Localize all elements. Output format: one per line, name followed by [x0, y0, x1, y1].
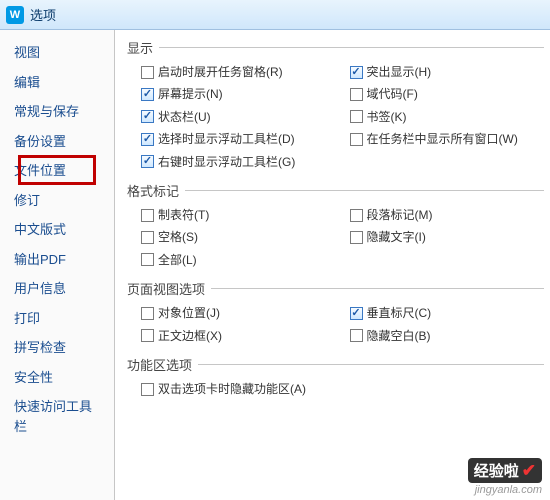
divider: [185, 190, 544, 191]
chk-bookmarks[interactable]: 书签(K): [336, 106, 545, 128]
chk-field-codes[interactable]: 域代码(F): [336, 83, 545, 105]
watermark: 经验啦✔ jingyanla.com: [468, 458, 542, 496]
group-page-view: 页面视图选项 对象位置(J) 正文边框(X) 垂直标尺(C) 隐藏空白(B): [127, 279, 544, 347]
sidebar-item-revision[interactable]: 修订: [0, 186, 114, 216]
window-title: 选项: [30, 5, 56, 24]
chk-label: 隐藏空白(B): [367, 326, 431, 346]
chk-label: 突出显示(H): [367, 62, 432, 82]
chk-label: 制表符(T): [158, 205, 209, 225]
options-content: 显示 启动时展开任务窗格(R) 屏幕提示(N) 状态栏(U) 选择时显示浮动工具…: [115, 30, 550, 500]
group-format-marks-title: 格式标记: [127, 181, 179, 200]
chk-spaces[interactable]: 空格(S): [127, 226, 336, 248]
chk-label: 书签(K): [367, 107, 407, 127]
chk-startup-taskpane[interactable]: 启动时展开任务窗格(R): [127, 61, 336, 83]
chk-label: 域代码(F): [367, 84, 418, 104]
category-sidebar: 视图 编辑 常规与保存 备份设置 文件位置 修订 中文版式 输出PDF 用户信息…: [0, 30, 115, 500]
chk-paragraph-marks[interactable]: 段落标记(M): [336, 204, 545, 226]
sidebar-item-file-location[interactable]: 文件位置: [0, 156, 114, 186]
app-icon: W: [6, 6, 24, 24]
chk-object-position[interactable]: 对象位置(J): [127, 302, 336, 324]
chk-hide-whitespace[interactable]: 隐藏空白(B): [336, 325, 545, 347]
group-format-marks: 格式标记 制表符(T) 空格(S) 全部(L) 段落标记(M) 隐藏文字(I): [127, 181, 544, 271]
sidebar-item-print[interactable]: 打印: [0, 304, 114, 334]
chk-status-bar[interactable]: 状态栏(U): [127, 106, 336, 128]
chk-label: 双击选项卡时隐藏功能区(A): [158, 379, 306, 399]
sidebar-item-security[interactable]: 安全性: [0, 363, 114, 393]
chk-label: 空格(S): [158, 227, 198, 247]
divider: [159, 47, 544, 48]
group-page-view-title: 页面视图选项: [127, 279, 205, 298]
chk-highlight[interactable]: 突出显示(H): [336, 61, 545, 83]
chk-label: 正文边框(X): [158, 326, 222, 346]
group-ribbon-title: 功能区选项: [127, 355, 192, 374]
check-icon: ✔: [522, 461, 536, 481]
chk-label: 屏幕提示(N): [158, 84, 223, 104]
sidebar-item-user-info[interactable]: 用户信息: [0, 274, 114, 304]
chk-doubleclick-hide-ribbon[interactable]: 双击选项卡时隐藏功能区(A): [127, 378, 544, 400]
chk-label: 启动时展开任务窗格(R): [158, 62, 283, 82]
group-display-title: 显示: [127, 38, 153, 57]
chk-label: 垂直标尺(C): [367, 303, 432, 323]
group-display: 显示 启动时展开任务窗格(R) 屏幕提示(N) 状态栏(U) 选择时显示浮动工具…: [127, 38, 544, 173]
divider: [211, 288, 544, 289]
sidebar-item-edit[interactable]: 编辑: [0, 68, 114, 98]
chk-label: 对象位置(J): [158, 303, 220, 323]
sidebar-item-general-save[interactable]: 常规与保存: [0, 97, 114, 127]
watermark-url: jingyanla.com: [475, 484, 542, 496]
sidebar-item-quick-access-toolbar[interactable]: 快速访问工具栏: [0, 392, 114, 441]
chk-taskbar-all-windows[interactable]: 在任务栏中显示所有窗口(W): [336, 128, 545, 150]
sidebar-item-output-pdf[interactable]: 输出PDF: [0, 245, 114, 275]
window-titlebar: W 选项: [0, 0, 550, 30]
sidebar-item-backup-settings[interactable]: 备份设置: [0, 127, 114, 157]
divider: [198, 364, 544, 365]
chk-rightclick-float-toolbar[interactable]: 右键时显示浮动工具栏(G): [127, 151, 336, 173]
watermark-badge: 经验啦✔: [468, 458, 542, 483]
chk-label: 状态栏(U): [158, 107, 211, 127]
chk-hidden-text[interactable]: 隐藏文字(I): [336, 226, 545, 248]
chk-label: 选择时显示浮动工具栏(D): [158, 129, 295, 149]
chk-label: 隐藏文字(I): [367, 227, 426, 247]
chk-label: 全部(L): [158, 250, 197, 270]
chk-selection-float-toolbar[interactable]: 选择时显示浮动工具栏(D): [127, 128, 336, 150]
chk-body-border[interactable]: 正文边框(X): [127, 325, 336, 347]
sidebar-item-view[interactable]: 视图: [0, 38, 114, 68]
chk-vertical-ruler[interactable]: 垂直标尺(C): [336, 302, 545, 324]
chk-all[interactable]: 全部(L): [127, 249, 336, 271]
chk-screen-tips[interactable]: 屏幕提示(N): [127, 83, 336, 105]
dialog-body: 视图 编辑 常规与保存 备份设置 文件位置 修订 中文版式 输出PDF 用户信息…: [0, 30, 550, 500]
chk-tabs[interactable]: 制表符(T): [127, 204, 336, 226]
sidebar-item-spellcheck[interactable]: 拼写检查: [0, 333, 114, 363]
sidebar-item-chinese-layout[interactable]: 中文版式: [0, 215, 114, 245]
chk-label: 段落标记(M): [367, 205, 433, 225]
chk-label: 右键时显示浮动工具栏(G): [158, 152, 295, 172]
group-ribbon: 功能区选项 双击选项卡时隐藏功能区(A): [127, 355, 544, 400]
chk-label: 在任务栏中显示所有窗口(W): [367, 129, 518, 149]
